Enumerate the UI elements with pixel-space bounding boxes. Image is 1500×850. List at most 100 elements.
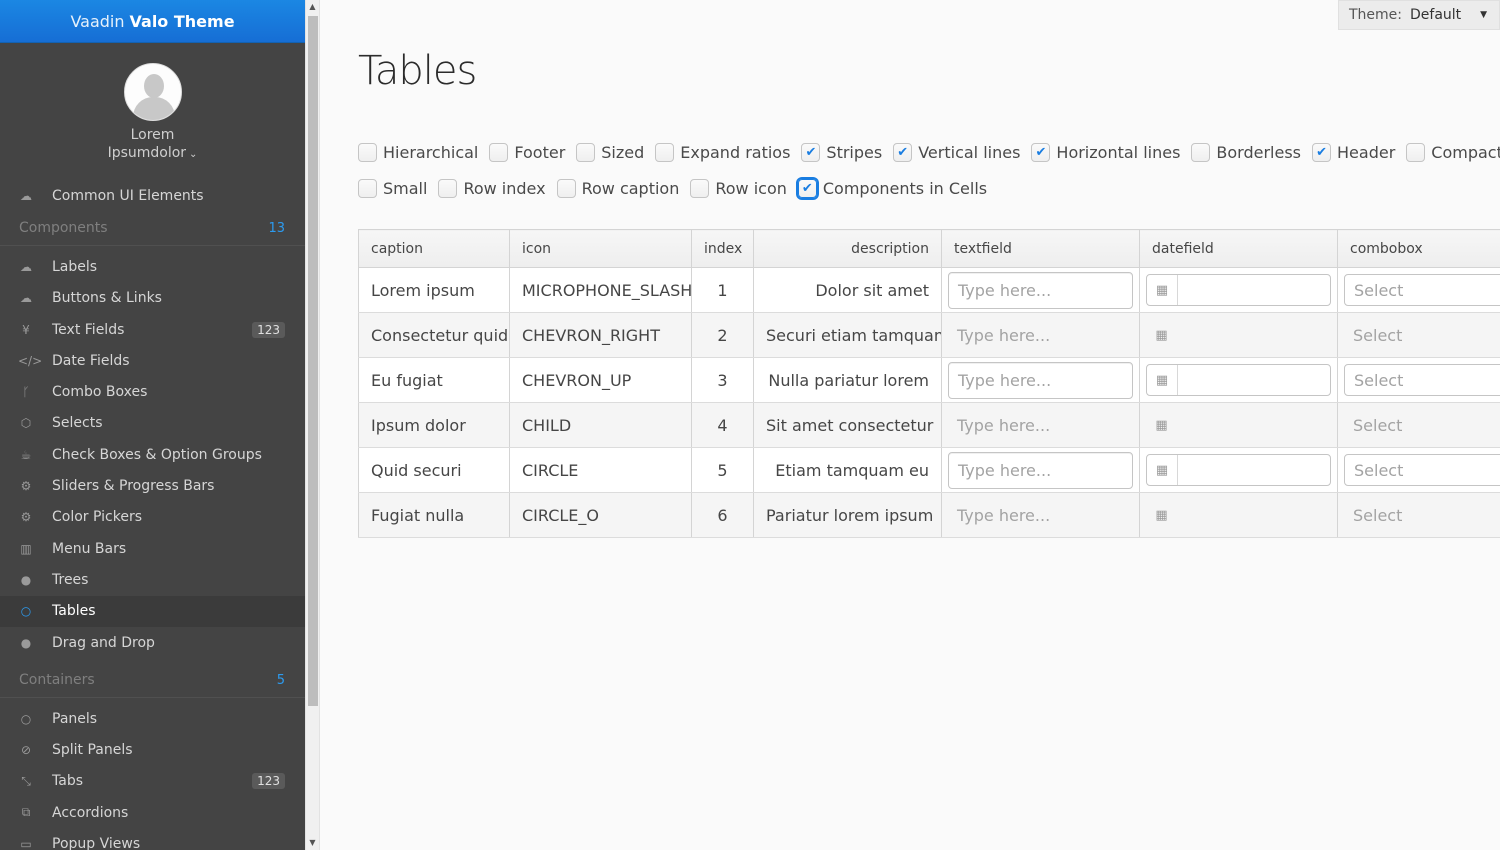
- option-horizontal-lines[interactable]: ✔ Horizontal lines: [1031, 143, 1180, 162]
- sidebar-item-drag-and-drop[interactable]: ● Drag and Drop: [0, 627, 305, 658]
- column-header-description[interactable]: description: [753, 229, 942, 268]
- row-text-field[interactable]: Type here...: [948, 361, 1133, 399]
- sidebar-item-labels[interactable]: ☁ Labels: [0, 251, 305, 282]
- option-components-in-cells[interactable]: ✔ Components in Cells: [797, 179, 987, 198]
- checkbox[interactable]: ✔: [893, 143, 913, 162]
- checkbox[interactable]: [576, 143, 596, 162]
- table-row[interactable]: Eu fugiat CHEVRON_UP 3 Nulla pariatur lo…: [358, 357, 1500, 403]
- cell-icon: CIRCLE_O: [509, 492, 692, 538]
- calendar-icon[interactable]: ▦: [1146, 409, 1177, 441]
- checkbox[interactable]: [1191, 143, 1211, 162]
- theme-select[interactable]: Theme: Default ▼: [1338, 0, 1500, 30]
- sidebar-item-tables[interactable]: ○ Tables: [0, 595, 305, 627]
- calendar-icon[interactable]: ▦: [1147, 455, 1178, 485]
- row-combo-box[interactable]: Select: [1344, 454, 1500, 486]
- avatar[interactable]: [123, 63, 182, 121]
- table-row[interactable]: Lorem ipsum MICROPHONE_SLASH 1 Dolor sit…: [358, 267, 1500, 313]
- column-header-combobox[interactable]: combobox: [1337, 229, 1500, 268]
- cell-datefield: ▦: [1139, 447, 1338, 493]
- option-sized[interactable]: Sized: [576, 143, 644, 162]
- row-text-field[interactable]: Type here...: [948, 317, 1133, 354]
- calendar-icon[interactable]: ▦: [1146, 499, 1177, 531]
- checkbox[interactable]: ✔: [801, 143, 821, 162]
- row-text-field[interactable]: Type here...: [948, 497, 1133, 534]
- row-date-field[interactable]: ▦: [1146, 454, 1331, 486]
- option-hierarchical[interactable]: Hierarchical: [358, 143, 478, 162]
- sidebar-item-check-boxes-option-groups[interactable]: ☕ Check Boxes & Option Groups: [0, 439, 305, 470]
- sidebar-item-combo-boxes[interactable]: ᚴ Combo Boxes: [0, 376, 305, 407]
- row-text-field[interactable]: Type here...: [948, 451, 1133, 489]
- checkbox[interactable]: [358, 143, 377, 162]
- calendar-icon[interactable]: ▦: [1147, 275, 1178, 305]
- cell-icon: CHEVRON_RIGHT: [509, 312, 692, 358]
- row-date-field[interactable]: ▦: [1146, 274, 1331, 306]
- checkbox[interactable]: [489, 143, 509, 162]
- option-row-icon[interactable]: Row icon: [690, 179, 787, 198]
- checkbox[interactable]: [358, 179, 377, 198]
- checkbox[interactable]: ✔: [1312, 143, 1332, 162]
- row-combo-box[interactable]: Select: [1344, 274, 1500, 306]
- checkbox[interactable]: [655, 143, 675, 162]
- option-row-caption[interactable]: Row caption: [556, 179, 679, 198]
- calendar-icon[interactable]: ▦: [1146, 319, 1177, 351]
- checkbox[interactable]: [438, 179, 458, 198]
- option-header[interactable]: ✔ Header: [1312, 143, 1395, 162]
- sidebar-item-split-panels[interactable]: ⊘ Split Panels: [0, 734, 305, 765]
- column-header-index[interactable]: index: [691, 229, 754, 268]
- checkbox[interactable]: [1406, 143, 1426, 162]
- checkbox[interactable]: [556, 179, 576, 198]
- sidebar-item-sliders-progress-bars[interactable]: ⚙ Sliders & Progress Bars: [0, 470, 305, 501]
- option-small[interactable]: Small: [358, 179, 427, 198]
- row-date-field[interactable]: ▦: [1146, 319, 1331, 351]
- sidebar-item-color-pickers[interactable]: ⚙ Color Pickers: [0, 502, 305, 533]
- column-header-textfield[interactable]: textfield: [941, 229, 1140, 268]
- row-text-field[interactable]: Type here...: [948, 271, 1133, 309]
- row-date-field[interactable]: ▦: [1146, 364, 1331, 396]
- sidebar-item-tabs[interactable]: ⤡ Tabs 123: [0, 766, 305, 797]
- row-date-field[interactable]: ▦: [1146, 409, 1331, 441]
- column-header-caption[interactable]: caption: [358, 229, 510, 268]
- scroll-up-icon[interactable]: ▲: [306, 0, 319, 14]
- cell-textfield: Type here...: [941, 402, 1140, 448]
- checkbox[interactable]: [690, 179, 710, 198]
- cell-index: 1: [691, 267, 754, 313]
- sidebar-item-label: Panels: [52, 710, 98, 727]
- row-text-field[interactable]: Type here...: [948, 407, 1133, 444]
- row-combo-box[interactable]: Select: [1344, 499, 1500, 531]
- sidebar-item-trees[interactable]: ● Trees: [0, 564, 305, 595]
- sidebar-item-menu-bars[interactable]: ▥ Menu Bars: [0, 533, 305, 564]
- option-borderless[interactable]: Borderless: [1191, 143, 1301, 162]
- sidebar-item-text-fields[interactable]: ¥ Text Fields 123: [0, 314, 305, 345]
- column-header-icon[interactable]: icon: [509, 229, 692, 268]
- sidebar-item-common-ui-elements[interactable]: ☁ Common UI Elements: [0, 180, 305, 211]
- option-stripes[interactable]: ✔ Stripes: [801, 143, 882, 162]
- cell-datefield: ▦: [1139, 357, 1338, 403]
- scroll-down-icon[interactable]: ▼: [306, 836, 319, 850]
- table-row[interactable]: Ipsum dolor CHILD 4 Sit amet consectetur…: [358, 402, 1500, 448]
- row-combo-box[interactable]: Select: [1344, 319, 1500, 351]
- sidebar-item-buttons-links[interactable]: ☁ Buttons & Links: [0, 283, 305, 314]
- sidebar-item-date-fields[interactable]: </> Date Fields: [0, 345, 305, 376]
- row-combo-box[interactable]: Select: [1344, 409, 1500, 441]
- sidebar-item-selects[interactable]: ⬡ Selects: [0, 408, 305, 439]
- column-header-datefield[interactable]: datefield: [1139, 229, 1338, 268]
- sidebar-item-accordions[interactable]: ⧉ Accordions: [0, 797, 305, 828]
- table-row[interactable]: Consectetur quid CHEVRON_RIGHT 2 Securi …: [358, 312, 1500, 358]
- row-date-field[interactable]: ▦: [1146, 499, 1331, 531]
- row-combo-box[interactable]: Select: [1344, 364, 1500, 396]
- checkbox[interactable]: ✔: [1031, 143, 1051, 162]
- option-compact[interactable]: Compact: [1406, 143, 1500, 162]
- calendar-icon[interactable]: ▦: [1147, 365, 1178, 395]
- option-row-index[interactable]: Row index: [438, 179, 546, 198]
- table-row[interactable]: Fugiat nulla CIRCLE_O 6 Pariatur lorem i…: [358, 492, 1500, 538]
- table-row[interactable]: Quid securi CIRCLE 5 Etiam tamquam eu Ty…: [358, 447, 1500, 493]
- scroll-thumb[interactable]: [308, 16, 318, 706]
- checkbox[interactable]: ✔: [797, 179, 817, 198]
- user-menu[interactable]: Ipsumdolor ⌄: [108, 145, 198, 161]
- sidebar-scrollbar[interactable]: ▲ ▼: [305, 0, 320, 850]
- sidebar-item-popup-views[interactable]: ▭ Popup Views: [0, 828, 305, 850]
- sidebar-item-panels[interactable]: ○ Panels: [0, 703, 305, 734]
- option-footer[interactable]: Footer: [489, 143, 565, 162]
- option-vertical-lines[interactable]: ✔ Vertical lines: [893, 143, 1020, 162]
- option-expand-ratios[interactable]: Expand ratios: [655, 143, 790, 162]
